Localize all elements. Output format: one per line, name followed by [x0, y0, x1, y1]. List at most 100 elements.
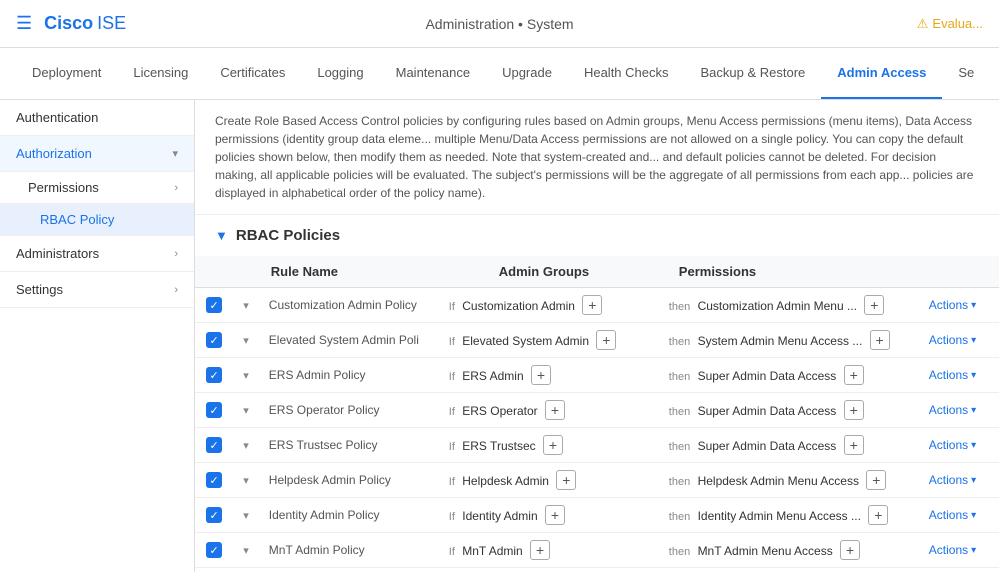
row-checkbox-cell: [195, 323, 233, 358]
row-expand-cell[interactable]: ▾: [233, 323, 259, 358]
hamburger-icon[interactable]: ☰: [16, 13, 32, 34]
actions-chevron-icon: ▾: [971, 475, 976, 486]
add-permission-btn[interactable]: +: [868, 505, 888, 525]
row-checkbox-5[interactable]: [206, 472, 222, 488]
expand-chevron-icon: ▾: [243, 370, 249, 382]
if-label: If: [449, 371, 455, 383]
then-label: then: [669, 441, 690, 453]
row-checkbox-4[interactable]: [206, 437, 222, 453]
add-permission-btn[interactable]: +: [864, 295, 884, 315]
tab-se[interactable]: Se: [942, 48, 990, 100]
add-permission-btn[interactable]: +: [840, 540, 860, 560]
row-checkbox-3[interactable]: [206, 402, 222, 418]
logo-cisco: Cisco: [44, 13, 93, 34]
row-expand-cell[interactable]: ▾: [233, 533, 259, 568]
tab-deployment[interactable]: Deployment: [16, 48, 117, 100]
add-admin-group-btn[interactable]: +: [556, 470, 576, 490]
tab-backup-restore[interactable]: Backup & Restore: [685, 48, 822, 100]
actions-chevron-icon: ▾: [971, 335, 976, 346]
row-expand-cell[interactable]: ▾: [233, 393, 259, 428]
add-admin-group-btn[interactable]: +: [543, 435, 563, 455]
sidebar-item-settings[interactable]: Settings ›: [0, 272, 194, 308]
actions-btn[interactable]: Actions ▾: [929, 473, 976, 487]
row-rule-name: ERS Admin Policy: [259, 358, 439, 393]
add-permission-btn[interactable]: +: [844, 365, 864, 385]
row-checkbox-0[interactable]: [206, 297, 222, 313]
add-admin-group-btn[interactable]: +: [531, 365, 551, 385]
row-expand-cell[interactable]: ▾: [233, 288, 259, 323]
actions-btn[interactable]: Actions ▾: [929, 403, 976, 417]
row-actions-cell: Actions ▾: [919, 393, 999, 428]
policy-table: Rule Name Admin Groups Permissions ▾ Cus…: [195, 256, 999, 572]
row-checkbox-7[interactable]: [206, 542, 222, 558]
sidebar-item-authorization[interactable]: Authorization ▾: [0, 136, 194, 172]
sidebar-item-administrators[interactable]: Administrators ›: [0, 236, 194, 272]
row-expand-cell[interactable]: ▾: [233, 358, 259, 393]
row-rule-name: Elevated System Admin Poli: [259, 323, 439, 358]
th-actions: [919, 256, 999, 288]
row-rule-name: Identity Admin Policy: [259, 498, 439, 533]
row-checkbox-6[interactable]: [206, 507, 222, 523]
table-row: ▾ Network Device Policy If Network Devic…: [195, 568, 999, 572]
row-expand-cell[interactable]: ▾: [233, 428, 259, 463]
tab-certificates[interactable]: Certificates: [204, 48, 301, 100]
table-row: ▾ Identity Admin Policy If Identity Admi…: [195, 498, 999, 533]
add-admin-group-btn[interactable]: +: [545, 400, 565, 420]
row-actions-cell: Actions ▾: [919, 498, 999, 533]
row-admin-group: MnT Admin: [462, 544, 522, 558]
tab-health-checks[interactable]: Health Checks: [568, 48, 685, 100]
row-permission-cell: then Helpdesk Admin Menu Access +: [659, 463, 919, 498]
actions-chevron-icon: ▾: [971, 440, 976, 451]
add-permission-btn[interactable]: +: [844, 435, 864, 455]
logo: Cisco ISE: [44, 13, 126, 34]
if-label: If: [449, 406, 455, 418]
actions-btn[interactable]: Actions ▾: [929, 368, 976, 382]
row-permission-cell: then Super Admin Data Access +: [659, 393, 919, 428]
add-admin-group-btn[interactable]: +: [596, 330, 616, 350]
row-permission: Super Admin Data Access: [698, 439, 837, 453]
add-admin-group-btn[interactable]: +: [582, 295, 602, 315]
actions-btn[interactable]: Actions ▾: [929, 438, 976, 452]
tab-licensing[interactable]: Licensing: [117, 48, 204, 100]
th-rule-name: Rule Name: [259, 256, 439, 288]
chevron-right-icon-2: ›: [174, 248, 178, 260]
nav-tabs: Deployment Licensing Certificates Loggin…: [0, 48, 999, 100]
row-actions-cell: Actions ▾: [919, 323, 999, 358]
tab-maintenance[interactable]: Maintenance: [380, 48, 486, 100]
row-checkbox-1[interactable]: [206, 332, 222, 348]
expand-chevron-icon: ▾: [243, 440, 249, 452]
add-permission-btn[interactable]: +: [870, 330, 890, 350]
tab-admin-access[interactable]: Admin Access: [821, 48, 942, 100]
rbac-collapse-btn[interactable]: ▼: [215, 228, 228, 243]
add-admin-group-btn[interactable]: +: [530, 540, 550, 560]
add-permission-btn[interactable]: +: [844, 400, 864, 420]
then-label: then: [669, 336, 690, 348]
actions-btn[interactable]: Actions ▾: [929, 543, 976, 557]
row-expand-cell[interactable]: ▾: [233, 498, 259, 533]
if-label: If: [449, 511, 455, 523]
row-checkbox-cell: [195, 463, 233, 498]
row-checkbox-2[interactable]: [206, 367, 222, 383]
sidebar-item-admins-label: Administrators: [16, 246, 99, 261]
add-admin-group-btn[interactable]: +: [545, 505, 565, 525]
add-permission-btn[interactable]: +: [866, 470, 886, 490]
tab-upgrade[interactable]: Upgrade: [486, 48, 568, 100]
row-admin-group-cell: If Identity Admin +: [439, 498, 659, 533]
row-admin-group-cell: If Elevated System Admin +: [439, 323, 659, 358]
row-actions-cell: Actions ▾: [919, 288, 999, 323]
row-permission: Super Admin Data Access: [698, 369, 837, 383]
row-admin-group-cell: If ERS Admin +: [439, 358, 659, 393]
actions-btn[interactable]: Actions ▾: [929, 298, 976, 312]
row-expand-cell[interactable]: ▾: [233, 463, 259, 498]
top-header: ☰ Cisco ISE Administration • System ⚠ Ev…: [0, 0, 999, 48]
actions-chevron-icon: ▾: [971, 300, 976, 311]
sidebar-item-permissions[interactable]: Permissions ›: [0, 172, 194, 204]
row-permission-cell: then Super Admin Data Access +: [659, 358, 919, 393]
tab-logging[interactable]: Logging: [301, 48, 379, 100]
actions-btn[interactable]: Actions ▾: [929, 508, 976, 522]
sidebar-item-rbac-policy[interactable]: RBAC Policy: [0, 204, 194, 236]
actions-btn[interactable]: Actions ▾: [929, 333, 976, 347]
row-expand-cell[interactable]: ▾: [233, 568, 259, 572]
table-row: ▾ ERS Trustsec Policy If ERS Trustsec + …: [195, 428, 999, 463]
sidebar-item-authentication[interactable]: Authentication: [0, 100, 194, 136]
